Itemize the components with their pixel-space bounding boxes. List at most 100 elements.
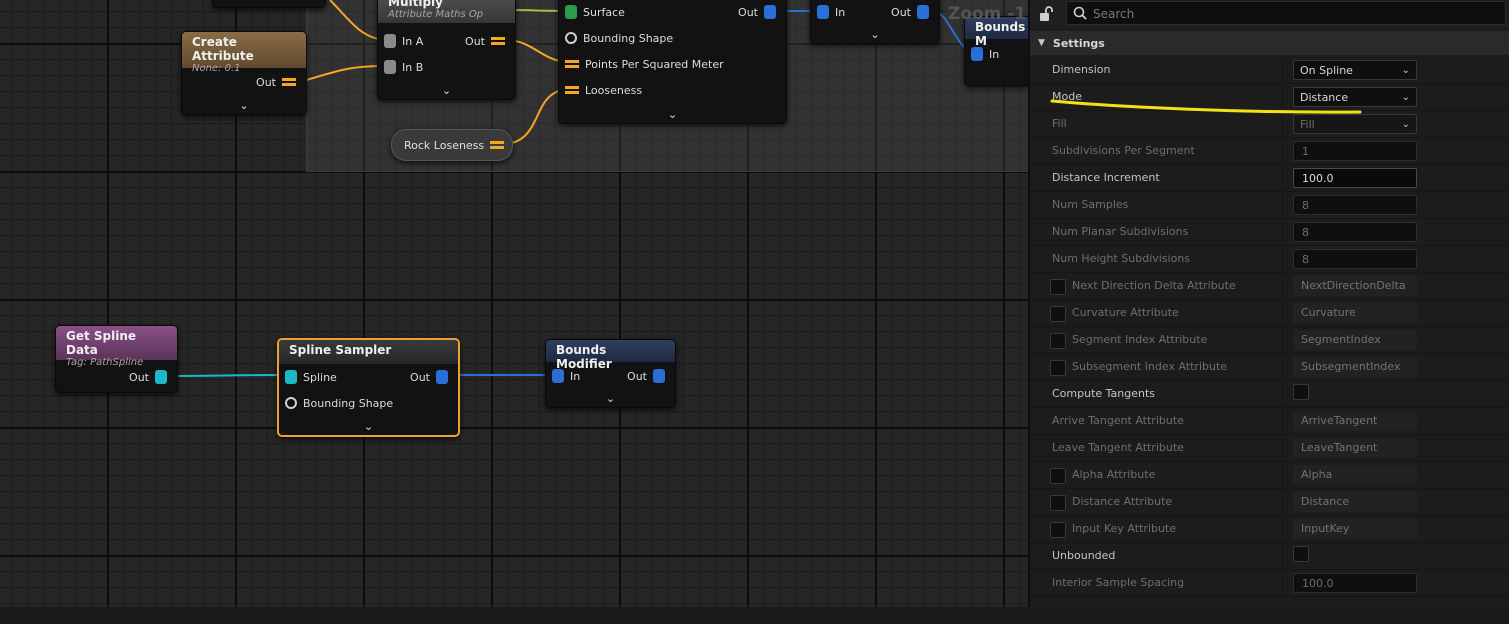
- bounds-modifier-partial-node[interactable]: Bounds M In: [964, 16, 1028, 86]
- input-key-attribute-input[interactable]: InputKey: [1293, 519, 1417, 539]
- in-a-pin[interactable]: In A: [378, 33, 423, 49]
- in-b-pin[interactable]: In B: [378, 59, 423, 75]
- segment-index-attribute-input[interactable]: SegmentIndex: [1293, 330, 1417, 350]
- dimension-dropdown[interactable]: On Spline ⌄: [1293, 60, 1417, 80]
- pin-label: In: [570, 369, 581, 383]
- pin-label: Looseness: [585, 83, 643, 97]
- chevron-down-icon[interactable]: ⌄: [668, 108, 677, 121]
- num-planar-subdivisions-input[interactable]: 8: [1293, 222, 1417, 242]
- chevron-down-icon[interactable]: ⌄: [442, 84, 451, 97]
- prop-label: Distance Increment: [1052, 171, 1160, 184]
- float-pin-icon[interactable]: [490, 141, 505, 149]
- column-splitter[interactable]: [1282, 489, 1283, 516]
- in-pin[interactable]: In: [965, 46, 999, 62]
- out-pin[interactable]: Out: [627, 368, 671, 384]
- column-splitter[interactable]: [1282, 57, 1283, 84]
- override-checkbox[interactable]: [1050, 495, 1066, 511]
- get-spline-data-node[interactable]: Get Spline Data Tag: PathSpline Out: [55, 325, 178, 393]
- out-pin[interactable]: Out: [256, 74, 302, 90]
- column-splitter[interactable]: [1282, 570, 1283, 597]
- num-height-subdivisions-input[interactable]: 8: [1293, 249, 1417, 269]
- prop-row-interior-sample-spacing: Interior Sample Spacing 100.0: [1030, 570, 1509, 597]
- column-splitter[interactable]: [1282, 246, 1283, 273]
- column-splitter[interactable]: [1282, 219, 1283, 246]
- column-splitter[interactable]: [1282, 84, 1283, 111]
- chevron-down-icon[interactable]: ⌄: [606, 392, 615, 405]
- out-pin[interactable]: Out: [738, 4, 782, 20]
- distance-attribute-input[interactable]: Distance: [1293, 492, 1417, 512]
- override-checkbox[interactable]: [1050, 522, 1066, 538]
- column-splitter[interactable]: [1282, 138, 1283, 165]
- spline-sampler-node[interactable]: Spline Sampler Spline Out Bounding Shape…: [277, 338, 460, 437]
- chevron-down-icon[interactable]: ⌄: [364, 420, 373, 433]
- column-splitter[interactable]: [1282, 192, 1283, 219]
- fill-dropdown[interactable]: Fill ⌄: [1293, 114, 1417, 134]
- points-per-sqm-pin[interactable]: Points Per Squared Meter: [559, 56, 724, 72]
- column-splitter[interactable]: [1282, 543, 1283, 570]
- partial-node-top-left[interactable]: [212, 0, 326, 8]
- num-samples-input[interactable]: 8: [1293, 195, 1417, 215]
- spline-pin[interactable]: Spline: [279, 369, 337, 385]
- mode-dropdown[interactable]: Distance ⌄: [1293, 87, 1417, 107]
- search-box[interactable]: [1066, 1, 1506, 25]
- override-checkbox[interactable]: [1050, 306, 1066, 322]
- create-attribute-node[interactable]: Create Attribute None: 0.1 Out ⌄: [181, 31, 307, 115]
- prop-label: Mode: [1052, 90, 1082, 103]
- bounds-modifier-node[interactable]: Bounds Modifier In Out ⌄: [545, 339, 676, 408]
- unbounded-checkbox[interactable]: [1293, 546, 1309, 562]
- column-splitter[interactable]: [1282, 381, 1283, 408]
- subdivisions-per-segment-input[interactable]: 1: [1293, 141, 1417, 161]
- column-splitter[interactable]: [1282, 165, 1283, 192]
- pin-label: Bounding Shape: [583, 31, 674, 45]
- details-toolbar: [1030, 0, 1509, 28]
- alpha-attribute-input[interactable]: Alpha: [1293, 465, 1417, 485]
- column-splitter[interactable]: [1282, 516, 1283, 543]
- curvature-attribute-input[interactable]: Curvature: [1293, 303, 1417, 323]
- bounding-shape-pin[interactable]: Bounding Shape: [559, 30, 673, 46]
- column-splitter[interactable]: [1282, 111, 1283, 138]
- bounding-shape-pin[interactable]: Bounding Shape: [279, 395, 393, 411]
- top-bounds-modifier-node[interactable]: In Out ⌄: [810, 0, 940, 44]
- interior-sample-spacing-input[interactable]: 100.0: [1293, 573, 1417, 593]
- surface-pin[interactable]: Surface: [559, 4, 625, 20]
- search-input[interactable]: [1091, 4, 1495, 24]
- out-pin[interactable]: Out: [129, 369, 173, 385]
- column-splitter[interactable]: [1282, 462, 1283, 489]
- graph-canvas[interactable]: Create Attribute None: 0.1 Out ⌄ Multipl…: [0, 0, 1028, 607]
- prop-row-next-direction-delta-attribute: Next Direction Delta Attribute NextDirec…: [1030, 273, 1509, 300]
- in-pin[interactable]: In: [811, 4, 845, 20]
- column-splitter[interactable]: [1282, 408, 1283, 435]
- column-splitter[interactable]: [1282, 300, 1283, 327]
- in-pin[interactable]: In: [546, 368, 580, 384]
- compute-tangents-checkbox[interactable]: [1293, 384, 1309, 400]
- leave-tangent-attribute-input[interactable]: LeaveTangent: [1293, 438, 1417, 458]
- override-checkbox[interactable]: [1050, 279, 1066, 295]
- multiply-node[interactable]: Multiply Attribute Maths Op In A Out In …: [377, 0, 516, 100]
- looseness-pin[interactable]: Looseness: [559, 82, 642, 98]
- lock-icon[interactable]: [1038, 6, 1054, 22]
- out-pin[interactable]: Out: [410, 369, 454, 385]
- prop-row-leave-tangent-attribute: Leave Tangent Attribute LeaveTangent: [1030, 435, 1509, 462]
- surface-sampler-node[interactable]: Surface Out Bounding Shape Points Per Sq…: [558, 0, 787, 124]
- prop-row-partial: [1030, 597, 1509, 624]
- column-splitter[interactable]: [1282, 435, 1283, 462]
- chevron-down-icon[interactable]: ⌄: [239, 99, 248, 112]
- column-splitter[interactable]: [1282, 273, 1283, 300]
- column-splitter[interactable]: [1282, 327, 1283, 354]
- out-pin[interactable]: Out: [465, 33, 511, 49]
- override-checkbox[interactable]: [1050, 360, 1066, 376]
- search-icon: [1073, 6, 1087, 20]
- rock-loseness-parameter-node[interactable]: Rock Loseness: [391, 129, 513, 161]
- out-pin[interactable]: Out: [891, 4, 935, 20]
- prop-label: Unbounded: [1052, 549, 1116, 562]
- settings-section-header[interactable]: ▼ Settings: [1030, 31, 1509, 55]
- next-direction-delta-attribute-input[interactable]: NextDirectionDelta: [1293, 276, 1417, 296]
- column-splitter[interactable]: [1282, 354, 1283, 381]
- arrive-tangent-attribute-input[interactable]: ArriveTangent: [1293, 411, 1417, 431]
- override-checkbox[interactable]: [1050, 333, 1066, 349]
- subsegment-index-attribute-input[interactable]: SubsegmentIndex: [1293, 357, 1417, 377]
- chevron-down-icon[interactable]: ⌄: [870, 28, 879, 41]
- prop-row-mode: Mode Distance ⌄: [1030, 84, 1509, 111]
- override-checkbox[interactable]: [1050, 468, 1066, 484]
- distance-increment-input[interactable]: 100.0: [1293, 168, 1417, 188]
